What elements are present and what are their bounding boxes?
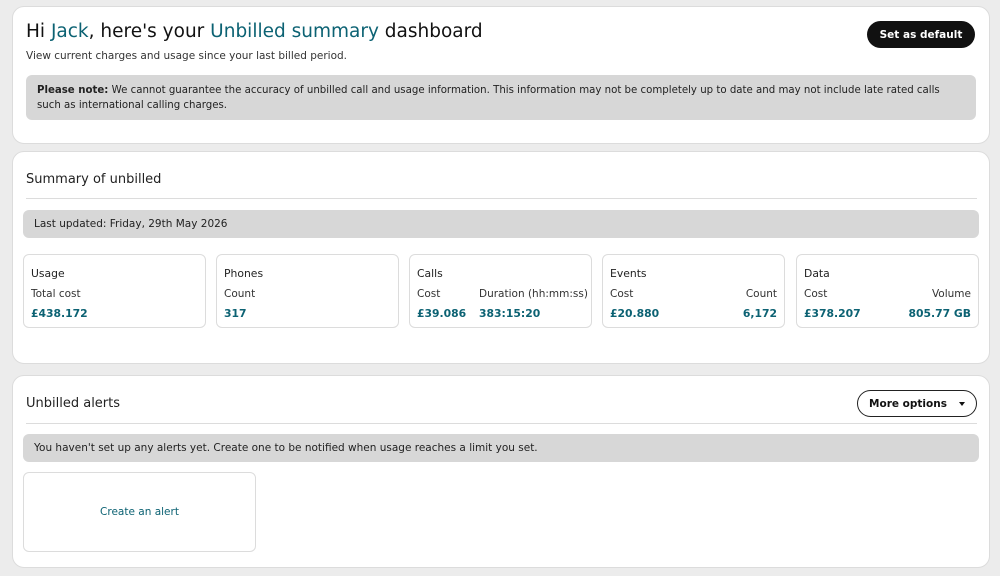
phones-title: Phones — [224, 267, 264, 280]
events-stat-card: Events Cost £20.880 Count 6,172 — [602, 254, 785, 328]
data-title: Data — [804, 267, 830, 280]
page-greeting: Hi Jack, here's your Unbilled summary da… — [26, 21, 483, 42]
dashboard-header-card: Hi Jack, here's your Unbilled summary da… — [12, 6, 990, 144]
data-volume-label: Volume — [931, 288, 971, 300]
calls-title: Calls — [417, 267, 443, 280]
calls-duration-value: 383:15:20 — [479, 307, 541, 320]
alerts-card: Unbilled alerts More options You haven't… — [12, 375, 990, 568]
last-updated-bar: Last updated: Friday, 29th May 2026 — [23, 210, 979, 238]
phones-count-label: Count — [224, 288, 256, 300]
summary-card: Summary of unbilled Last updated: Friday… — [12, 151, 990, 364]
alerts-divider — [26, 423, 977, 424]
events-cost-label: Cost — [610, 288, 634, 300]
events-cost-value: £20.880 — [610, 307, 660, 320]
greeting-mid: , here's your — [88, 21, 211, 42]
data-stat-card: Data Cost £378.207 Volume 805.77 GB — [796, 254, 979, 328]
usage-total-cost-value: £438.172 — [31, 307, 88, 320]
data-cost-value: £378.207 — [804, 307, 861, 320]
create-alert-link[interactable]: Create an alert — [100, 506, 179, 518]
accuracy-note: Please note: We cannot guarantee the acc… — [26, 75, 976, 120]
usage-title: Usage — [31, 267, 65, 280]
events-count-value: 6,172 — [742, 307, 777, 320]
user-name: Jack — [50, 21, 89, 42]
usage-stat-card: Usage Total cost £438.172 — [23, 254, 206, 328]
more-options-button[interactable]: More options — [857, 390, 977, 417]
usage-total-cost-label: Total cost — [31, 288, 81, 300]
greeting-prefix: Hi — [26, 21, 51, 42]
events-count-label: Count — [745, 288, 777, 300]
calls-stat-card: Calls Cost £39.086 Duration (hh:mm:ss) 3… — [409, 254, 592, 328]
calls-cost-value: £39.086 — [417, 307, 467, 320]
page-subtext: View current charges and usage since you… — [26, 50, 348, 62]
calls-duration-label: Duration (hh:mm:ss) — [479, 288, 588, 300]
page-name: Unbilled summary — [210, 21, 379, 42]
events-title: Events — [610, 267, 647, 280]
phones-count-value: 317 — [224, 307, 247, 320]
caret-down-icon — [958, 401, 965, 406]
phones-stat-card: Phones Count 317 — [216, 254, 399, 328]
last-updated-text: Last updated: Friday, 29th May 2026 — [34, 218, 228, 230]
more-options-label: More options — [869, 397, 947, 410]
create-alert-tile[interactable]: Create an alert — [23, 472, 256, 552]
set-as-default-button[interactable]: Set as default — [867, 21, 975, 48]
note-text: We cannot guarantee the accuracy of unbi… — [37, 85, 940, 111]
alerts-title: Unbilled alerts — [26, 396, 121, 411]
summary-divider — [26, 198, 977, 199]
data-cost-label: Cost — [804, 288, 828, 300]
data-volume-value: 805.77 GB — [908, 307, 971, 320]
calls-cost-label: Cost — [417, 288, 441, 300]
greeting-suffix: dashboard — [378, 21, 483, 42]
note-label: Please note: — [37, 85, 109, 96]
no-alerts-message: You haven't set up any alerts yet. Creat… — [34, 442, 538, 454]
no-alerts-bar: You haven't set up any alerts yet. Creat… — [23, 434, 979, 462]
summary-title: Summary of unbilled — [26, 172, 162, 187]
